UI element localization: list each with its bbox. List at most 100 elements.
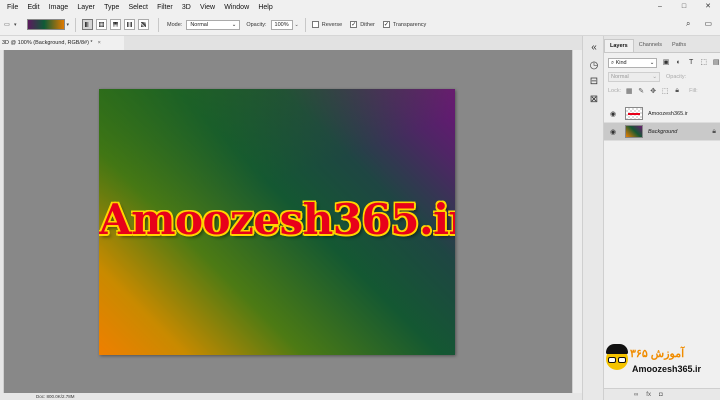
chevron-down-icon: ⌄ <box>649 60 655 66</box>
glasses-left <box>608 357 616 363</box>
menu-3d[interactable]: 3D <box>177 4 195 11</box>
options-right-icons: ⌕ ▭ <box>686 19 712 29</box>
layer-thumbnail <box>625 125 643 138</box>
canvas-area[interactable]: Amoozesh365.ir <box>4 50 572 393</box>
radial-gradient-button[interactable] <box>96 19 108 30</box>
history-icon[interactable]: ◷ <box>588 60 600 72</box>
menu-bar: File Edit Image Layer Type Select Filter… <box>0 0 720 14</box>
opacity-input[interactable]: 100% <box>270 19 293 30</box>
lock-transparent-icon[interactable]: ▦ <box>625 87 633 95</box>
lock-position-icon[interactable]: ✥ <box>649 87 657 95</box>
options-bar: ▭ ▾ ▾ Mode: Normal ⌄ Opacity: 100% ⌄ Rev… <box>0 14 720 36</box>
menu-file[interactable]: File <box>0 4 23 11</box>
search-icon[interactable]: ⌕ <box>686 19 690 29</box>
type-filter-icon[interactable]: T <box>687 59 695 67</box>
reverse-checkbox[interactable] <box>311 21 319 28</box>
menu-help[interactable]: Help <box>254 4 278 11</box>
watermark-logo: آموزش ۳۶۵ Amoozesh365.ir <box>604 340 720 386</box>
vertical-scrollbar[interactable] <box>572 50 582 393</box>
status-bar: Doc: 800.0K/2.78M <box>0 393 582 400</box>
opacity-label: Opacity: <box>246 21 267 28</box>
layer-row-text[interactable]: ◉ Amoozesh365.ir <box>604 105 720 123</box>
blend-mode-select[interactable]: Normal ⌄ <box>608 72 660 82</box>
lock-row: Lock: ▦ ✎ ✥ ⬚ 🔒︎ Fill: <box>604 84 720 98</box>
headline-text: Amoozesh365.ir <box>99 195 455 244</box>
collapse-panels-icon[interactable]: « <box>588 42 600 54</box>
chevron-down-icon: ⌄ <box>652 74 657 80</box>
reflected-gradient-button[interactable] <box>124 19 136 30</box>
mode-select[interactable]: Normal ⌄ <box>186 19 241 30</box>
add-mask-icon[interactable]: ◘ <box>659 392 663 398</box>
dither-label: Dither <box>360 21 375 28</box>
menu-select[interactable]: Select <box>124 4 153 11</box>
menu-edit[interactable]: Edit <box>23 4 44 11</box>
transparency-option[interactable]: ✓ Transparency <box>382 21 427 28</box>
tab-paths[interactable]: Paths <box>667 39 691 52</box>
close-window-button[interactable]: ✕ <box>696 0 720 14</box>
menu-type[interactable]: Type <box>99 4 123 11</box>
tab-layers[interactable]: Layers <box>604 39 634 52</box>
link-layers-icon[interactable]: ∞ <box>634 392 638 398</box>
document-tab[interactable]: 3D @ 100% (Background, RGB/8#) * × <box>0 36 124 50</box>
glasses-right <box>618 357 626 363</box>
layer-row-background[interactable]: ◉ Background 🔒︎ <box>604 123 720 141</box>
lock-label: Lock: <box>608 88 622 94</box>
opacity-value: 100% <box>274 21 289 28</box>
document-tab-title: 3D @ 100% (Background, RGB/8#) * <box>2 40 93 46</box>
filter-row: ⌕ Kind ⌄ ▣ ◐ T ⬚ ▤ <box>604 56 720 70</box>
dither-checkbox[interactable]: ✓ <box>350 21 358 28</box>
menu-layer[interactable]: Layer <box>73 4 100 11</box>
logo-persian-text: آموزش ۳۶۵ <box>630 348 685 360</box>
menu-image[interactable]: Image <box>44 4 73 11</box>
lock-all-icon[interactable]: 🔒︎ <box>673 87 681 95</box>
divider <box>158 17 160 32</box>
adjustment-filter-icon[interactable]: ◐ <box>675 59 683 67</box>
tool-presets-icon[interactable]: ⊠ <box>588 94 600 106</box>
artboard-icon[interactable]: ⬚ <box>661 87 669 95</box>
pixel-filter-icon[interactable]: ▣ <box>662 59 670 67</box>
lock-icon: 🔒︎ <box>712 127 716 135</box>
layer-name: Amoozesh365.ir <box>648 110 688 117</box>
workspace-icon[interactable]: ▭ <box>704 19 712 29</box>
layer-name: Background <box>648 128 678 135</box>
angle-gradient-button[interactable] <box>110 19 122 30</box>
menu-view[interactable]: View <box>195 4 219 11</box>
lock-pixels-icon[interactable]: ✎ <box>637 87 645 95</box>
gradient-swatch[interactable] <box>26 19 65 30</box>
layer-thumbnail <box>625 107 643 120</box>
fill-label: Fill: <box>689 88 698 94</box>
menu-window[interactable]: Window <box>220 4 254 11</box>
fx-icon[interactable]: fx <box>646 392 651 398</box>
blend-mode-value: Normal <box>611 74 629 80</box>
blend-row: Normal ⌄ Opacity: <box>604 70 720 84</box>
layers-panel-footer: ∞ fx ◘ <box>604 388 720 400</box>
window-controls: – □ ✕ <box>648 0 720 14</box>
diamond-gradient-button[interactable] <box>138 19 150 30</box>
shape-filter-icon[interactable]: ⬚ <box>700 59 708 67</box>
properties-icon[interactable]: ⊟ <box>588 76 600 88</box>
transparency-label: Transparency <box>392 21 427 28</box>
opacity-chevron-icon[interactable]: ⌄ <box>295 22 299 28</box>
divider <box>304 17 306 32</box>
reverse-option[interactable]: Reverse <box>311 21 342 28</box>
status-text: Doc: 800.0K/2.78M <box>36 394 75 399</box>
eye-icon[interactable]: ◉ <box>608 110 618 118</box>
close-tab-icon[interactable]: × <box>98 40 101 46</box>
smart-object-filter-icon[interactable]: ▤ <box>712 59 720 67</box>
menu-filter[interactable]: Filter <box>153 4 178 11</box>
filter-kind-value: Kind <box>615 59 627 66</box>
transparency-checkbox[interactable]: ✓ <box>382 21 390 28</box>
maximize-button[interactable]: □ <box>672 0 696 14</box>
gradient-picker-chevron-icon[interactable]: ▾ <box>67 22 70 28</box>
gradient-tool-preset-icon[interactable]: ▭ <box>2 19 12 31</box>
artwork-canvas[interactable]: Amoozesh365.ir <box>99 89 455 355</box>
layer-opacity-label: Opacity: <box>666 74 687 80</box>
eye-icon[interactable]: ◉ <box>608 128 618 136</box>
tab-channels[interactable]: Channels <box>634 39 667 52</box>
minimize-button[interactable]: – <box>648 0 672 14</box>
dither-option[interactable]: ✓ Dither <box>350 21 375 28</box>
chevron-down-icon[interactable]: ▾ <box>14 22 17 28</box>
filter-kind-select[interactable]: ⌕ Kind ⌄ <box>608 58 658 68</box>
linear-gradient-button[interactable] <box>82 19 94 30</box>
chevron-down-icon: ⌄ <box>231 21 237 28</box>
